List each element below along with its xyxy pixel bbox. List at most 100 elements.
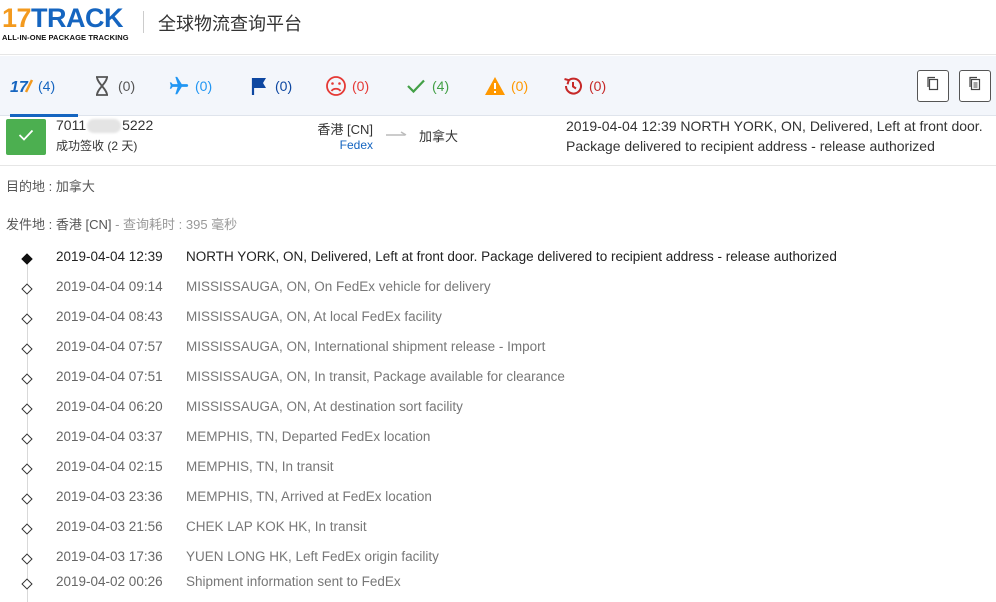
tab-in-transit[interactable]: (0) <box>167 56 212 116</box>
timeline-event: 2019-04-03 23:36 MEMPHIS, TN, Arrived at… <box>0 487 996 517</box>
event-time: 2019-04-03 17:36 <box>56 549 163 564</box>
tab-pickup[interactable]: (0) <box>247 56 292 116</box>
tab-count: (0) <box>118 78 136 94</box>
header-divider <box>143 11 144 33</box>
event-description: CHEK LAP KOK HK, In transit <box>186 519 367 534</box>
event-time: 2019-04-04 02:15 <box>56 459 163 474</box>
event-time: 2019-04-04 08:43 <box>56 309 163 324</box>
tracking-number-prefix: 7011 <box>56 117 87 133</box>
delivery-status: 成功签收 (2 天) <box>56 139 138 153</box>
timeline-dot <box>21 493 33 505</box>
tracking-number-suffix: 5222 <box>122 117 154 133</box>
event-time: 2019-04-04 09:14 <box>56 279 163 294</box>
flag-icon <box>247 74 271 98</box>
arrow-right-icon <box>386 126 408 144</box>
tab-not-found[interactable]: (0) <box>90 56 135 116</box>
event-description: MISSISSAUGA, ON, International shipment … <box>186 339 546 354</box>
tracking-number-redacted <box>87 119 122 134</box>
tab-alert[interactable]: (0) <box>483 56 528 116</box>
tab-all[interactable]: 17 (4) <box>10 56 79 117</box>
timeline-dot <box>21 343 33 355</box>
event-time: 2019-04-04 03:37 <box>56 429 163 444</box>
history-icon <box>561 74 585 98</box>
tab-undelivered[interactable]: (0) <box>324 56 369 116</box>
tab-count: (0) <box>511 78 529 94</box>
event-description: MISSISSAUGA, ON, At local FedEx facility <box>186 309 442 324</box>
sad-face-icon <box>324 74 348 98</box>
timeline-event: 2019-04-04 12:39 NORTH YORK, ON, Deliver… <box>0 247 996 277</box>
origin-value: 香港 [CN] <box>55 217 112 232</box>
event-time: 2019-04-03 23:36 <box>56 489 163 504</box>
event-time: 2019-04-04 07:51 <box>56 369 163 384</box>
event-description: MEMPHIS, TN, Departed FedEx location <box>186 429 431 444</box>
17track-logo[interactable]: 17TRACK ALL-IN-ONE PACKAGE TRACKING <box>2 4 132 44</box>
tab-count: (4) <box>38 78 56 94</box>
app-header: 17TRACK ALL-IN-ONE PACKAGE TRACKING 全球物流… <box>0 0 996 55</box>
event-description: NORTH YORK, ON, Delivered, Left at front… <box>186 249 837 264</box>
carrier-link[interactable]: Fedex <box>300 138 373 152</box>
destination-country: 加拿大 <box>419 129 459 144</box>
event-time: 2019-04-02 00:26 <box>56 574 163 589</box>
logo-number: 17 <box>2 3 32 33</box>
origin-label: 发件地 : <box>6 217 56 232</box>
event-time: 2019-04-04 12:39 <box>56 249 163 264</box>
timeline-event: 2019-04-04 02:15 MEMPHIS, TN, In transit <box>0 457 996 487</box>
status-tabbar: 17 (4) (0) (0) (0) (0) (4) (0) (0) <box>0 56 996 117</box>
tab-count: (4) <box>432 78 450 94</box>
timeline-event: 2019-04-04 09:14 MISSISSAUGA, ON, On Fed… <box>0 277 996 307</box>
timeline-event: 2019-04-04 07:51 MISSISSAUGA, ON, In tra… <box>0 367 996 397</box>
timeline-dot <box>21 403 33 415</box>
timeline-dot <box>21 523 33 535</box>
timeline-event: 2019-04-04 06:20 MISSISSAUGA, ON, At des… <box>0 397 996 427</box>
checkmark-icon <box>404 74 428 98</box>
destination-label: 目的地 : <box>6 179 56 194</box>
event-description: MISSISSAUGA, ON, On FedEx vehicle for de… <box>186 279 491 294</box>
event-time: 2019-04-04 07:57 <box>56 339 163 354</box>
event-description: Shipment information sent to FedEx <box>186 574 401 589</box>
copy-all-icon <box>968 76 982 97</box>
destination-info: 目的地 : 加拿大 <box>6 176 95 195</box>
timeline-event: 2019-04-04 07:57 MISSISSAUGA, ON, Intern… <box>0 337 996 367</box>
copy-icon <box>926 76 940 97</box>
timeline-dot <box>21 463 33 475</box>
tab-count: (0) <box>352 78 370 94</box>
delivered-status-badge <box>6 119 46 155</box>
logo-tagline: ALL-IN-ONE PACKAGE TRACKING <box>2 33 129 42</box>
event-description: YUEN LONG HK, Left FedEx origin facility <box>186 549 439 564</box>
timeline-event: 2019-04-04 08:43 MISSISSAUGA, ON, At loc… <box>0 307 996 337</box>
event-description: MISSISSAUGA, ON, In transit, Package ava… <box>186 369 565 384</box>
warning-icon <box>483 74 507 98</box>
tab-count: (0) <box>589 78 607 94</box>
origin-info: 发件地 : 香港 [CN] - 查询耗时 : 395 毫秒 <box>6 214 237 233</box>
destination-value: 加拿大 <box>55 179 95 194</box>
logo-word: TRACK <box>31 3 124 33</box>
tab-delivered[interactable]: (4) <box>404 56 449 116</box>
timeline-dot <box>21 553 33 565</box>
timeline-event: 2019-04-04 03:37 MEMPHIS, TN, Departed F… <box>0 427 996 457</box>
tracking-summary[interactable]: 7011 5222 成功签收 (2 天) 香港 [CN] Fedex 加拿大 20… <box>0 116 996 166</box>
latest-event: 2019-04-04 12:39 NORTH YORK, ON, Deliver… <box>566 118 983 154</box>
event-time: 2019-04-04 06:20 <box>56 399 163 414</box>
timeline-dot <box>21 283 33 295</box>
airplane-icon <box>167 74 191 98</box>
event-description: MEMPHIS, TN, In transit <box>186 459 334 474</box>
event-description: MISSISSAUGA, ON, At destination sort fac… <box>186 399 463 414</box>
tracking-number[interactable]: 7011 5222 <box>56 117 154 134</box>
checkmark-icon <box>18 128 34 147</box>
query-time: - 查询耗时 : 395 毫秒 <box>111 217 238 232</box>
event-time: 2019-04-03 21:56 <box>56 519 163 534</box>
timeline-dot <box>21 313 33 325</box>
tab-count: (0) <box>195 78 213 94</box>
origin-country: 香港 [CN] <box>317 122 373 137</box>
timeline-dot <box>21 373 33 385</box>
copy-all-button[interactable] <box>959 70 991 102</box>
logo-wordmark: 17TRACK <box>2 4 132 32</box>
page-title: 全球物流查询平台 <box>158 14 302 34</box>
17track-icon: 17 <box>10 74 34 98</box>
copy-button[interactable] <box>917 70 949 102</box>
timeline-dot <box>21 253 33 265</box>
timeline-event: 2019-04-02 00:26 Shipment information se… <box>0 572 996 602</box>
hourglass-icon <box>90 74 114 98</box>
tab-count: (0) <box>275 78 293 94</box>
tab-expired[interactable]: (0) <box>561 56 606 116</box>
